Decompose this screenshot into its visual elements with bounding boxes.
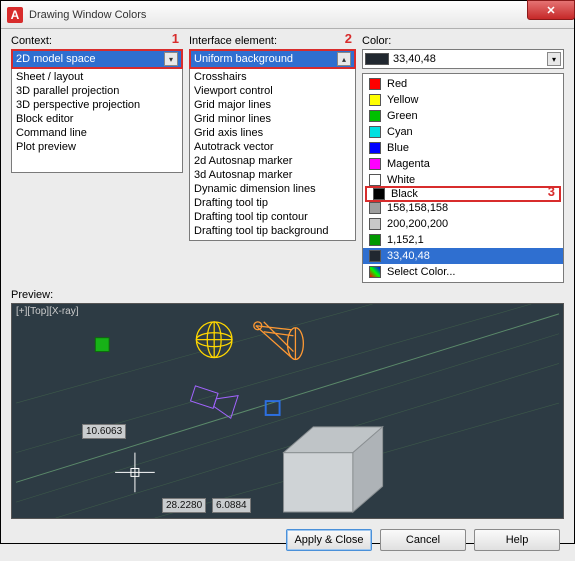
list-item[interactable]: Grid major lines	[191, 98, 354, 112]
list-item[interactable]: Viewport control	[191, 84, 354, 98]
app-icon: A	[7, 7, 23, 23]
list-item[interactable]: 3D perspective projection	[13, 98, 181, 112]
color-option-magenta[interactable]: Magenta	[363, 156, 563, 172]
context-listbox[interactable]: 2D model space ▾	[11, 49, 183, 69]
interface-selected: Uniform background	[194, 53, 293, 65]
apply-close-button[interactable]: Apply & Close	[286, 529, 372, 551]
list-item[interactable]: Grid axis lines	[191, 126, 354, 140]
list-item[interactable]: Dynamic dimension lines	[191, 182, 354, 196]
color-option-33-40-48[interactable]: 33,40,48	[363, 248, 563, 264]
list-item[interactable]: Block editor	[13, 112, 181, 126]
list-item[interactable]: 3D parallel projection	[13, 84, 181, 98]
help-button[interactable]: Help	[474, 529, 560, 551]
color-label: Color:	[362, 35, 564, 47]
annotation-2: 2	[345, 31, 352, 46]
list-item[interactable]: 3d Autosnap marker	[191, 168, 354, 182]
tooltip-coord-2b: 6.0884	[212, 498, 251, 513]
list-item[interactable]: Drafting tool tip contour	[191, 210, 354, 224]
chevron-up-icon[interactable]: ▴	[337, 52, 351, 66]
context-label: Context: 1	[11, 35, 183, 47]
list-item[interactable]: Drafting tool tip	[191, 196, 354, 210]
dialog-body: Context: 1 2D model space ▾ Sheet / layo…	[1, 29, 574, 561]
interface-selected-box[interactable]: Uniform background ▴	[189, 49, 356, 69]
chevron-down-icon[interactable]: ▾	[164, 52, 178, 66]
color-option-select-color[interactable]: Select Color...	[363, 264, 563, 280]
titlebar: A Drawing Window Colors ✕	[1, 1, 574, 29]
list-item[interactable]: Sheet / layout	[13, 70, 181, 84]
window-title: Drawing Window Colors	[29, 9, 568, 21]
list-item[interactable]: Drafting tool tip background	[191, 224, 354, 238]
preview-graphics	[12, 304, 563, 518]
color-option-cyan[interactable]: Cyan	[363, 124, 563, 140]
cancel-button[interactable]: Cancel	[380, 529, 466, 551]
tooltip-coord-1: 10.6063	[82, 424, 126, 439]
annotation-3: 3	[548, 184, 555, 199]
context-items[interactable]: Sheet / layout 3D parallel projection 3D…	[11, 69, 183, 173]
list-item[interactable]: 2d Autosnap marker	[191, 154, 354, 168]
color-option-200[interactable]: 200,200,200	[363, 216, 563, 232]
color-option-red[interactable]: Red	[363, 76, 563, 92]
list-item[interactable]: Plot preview	[13, 140, 181, 154]
list-item[interactable]: Control vertices hull	[191, 238, 354, 241]
list-item[interactable]: Command line	[13, 126, 181, 140]
list-item[interactable]: Grid minor lines	[191, 112, 354, 126]
current-color-text: 33,40,48	[393, 53, 547, 65]
color-option-158[interactable]: 158,158,158	[363, 200, 563, 216]
button-row: Apply & Close Cancel Help	[11, 529, 564, 551]
preview-label: Preview:	[11, 289, 564, 301]
annotation-1: 1	[172, 31, 179, 46]
color-combobox[interactable]: 33,40,48 ▾	[362, 49, 564, 69]
color-option-green[interactable]: Green	[363, 108, 563, 124]
context-selected: 2D model space	[16, 53, 96, 65]
list-item[interactable]: Autotrack vector	[191, 140, 354, 154]
color-option-yellow[interactable]: Yellow	[363, 92, 563, 108]
preview-viewport: [+][Top][X-ray]	[11, 303, 564, 519]
close-button[interactable]: ✕	[527, 0, 575, 20]
chevron-down-icon[interactable]: ▾	[547, 52, 561, 66]
close-icon: ✕	[546, 4, 555, 17]
tooltip-coord-2a: 28.2280	[162, 498, 206, 513]
current-color-swatch	[365, 53, 389, 65]
color-option-1-152-1[interactable]: 1,152,1	[363, 232, 563, 248]
color-dropdown-list[interactable]: Red Yellow Green Cyan Blue Magenta White…	[362, 73, 564, 283]
interface-label: Interface element: 2	[189, 35, 356, 47]
list-item[interactable]: Crosshairs	[191, 70, 354, 84]
color-option-blue[interactable]: Blue	[363, 140, 563, 156]
interface-items[interactable]: Crosshairs Viewport control Grid major l…	[189, 69, 356, 241]
color-option-black[interactable]: Black	[365, 186, 561, 202]
dialog-drawing-window-colors: A Drawing Window Colors ✕ Context: 1 2D …	[0, 0, 575, 544]
